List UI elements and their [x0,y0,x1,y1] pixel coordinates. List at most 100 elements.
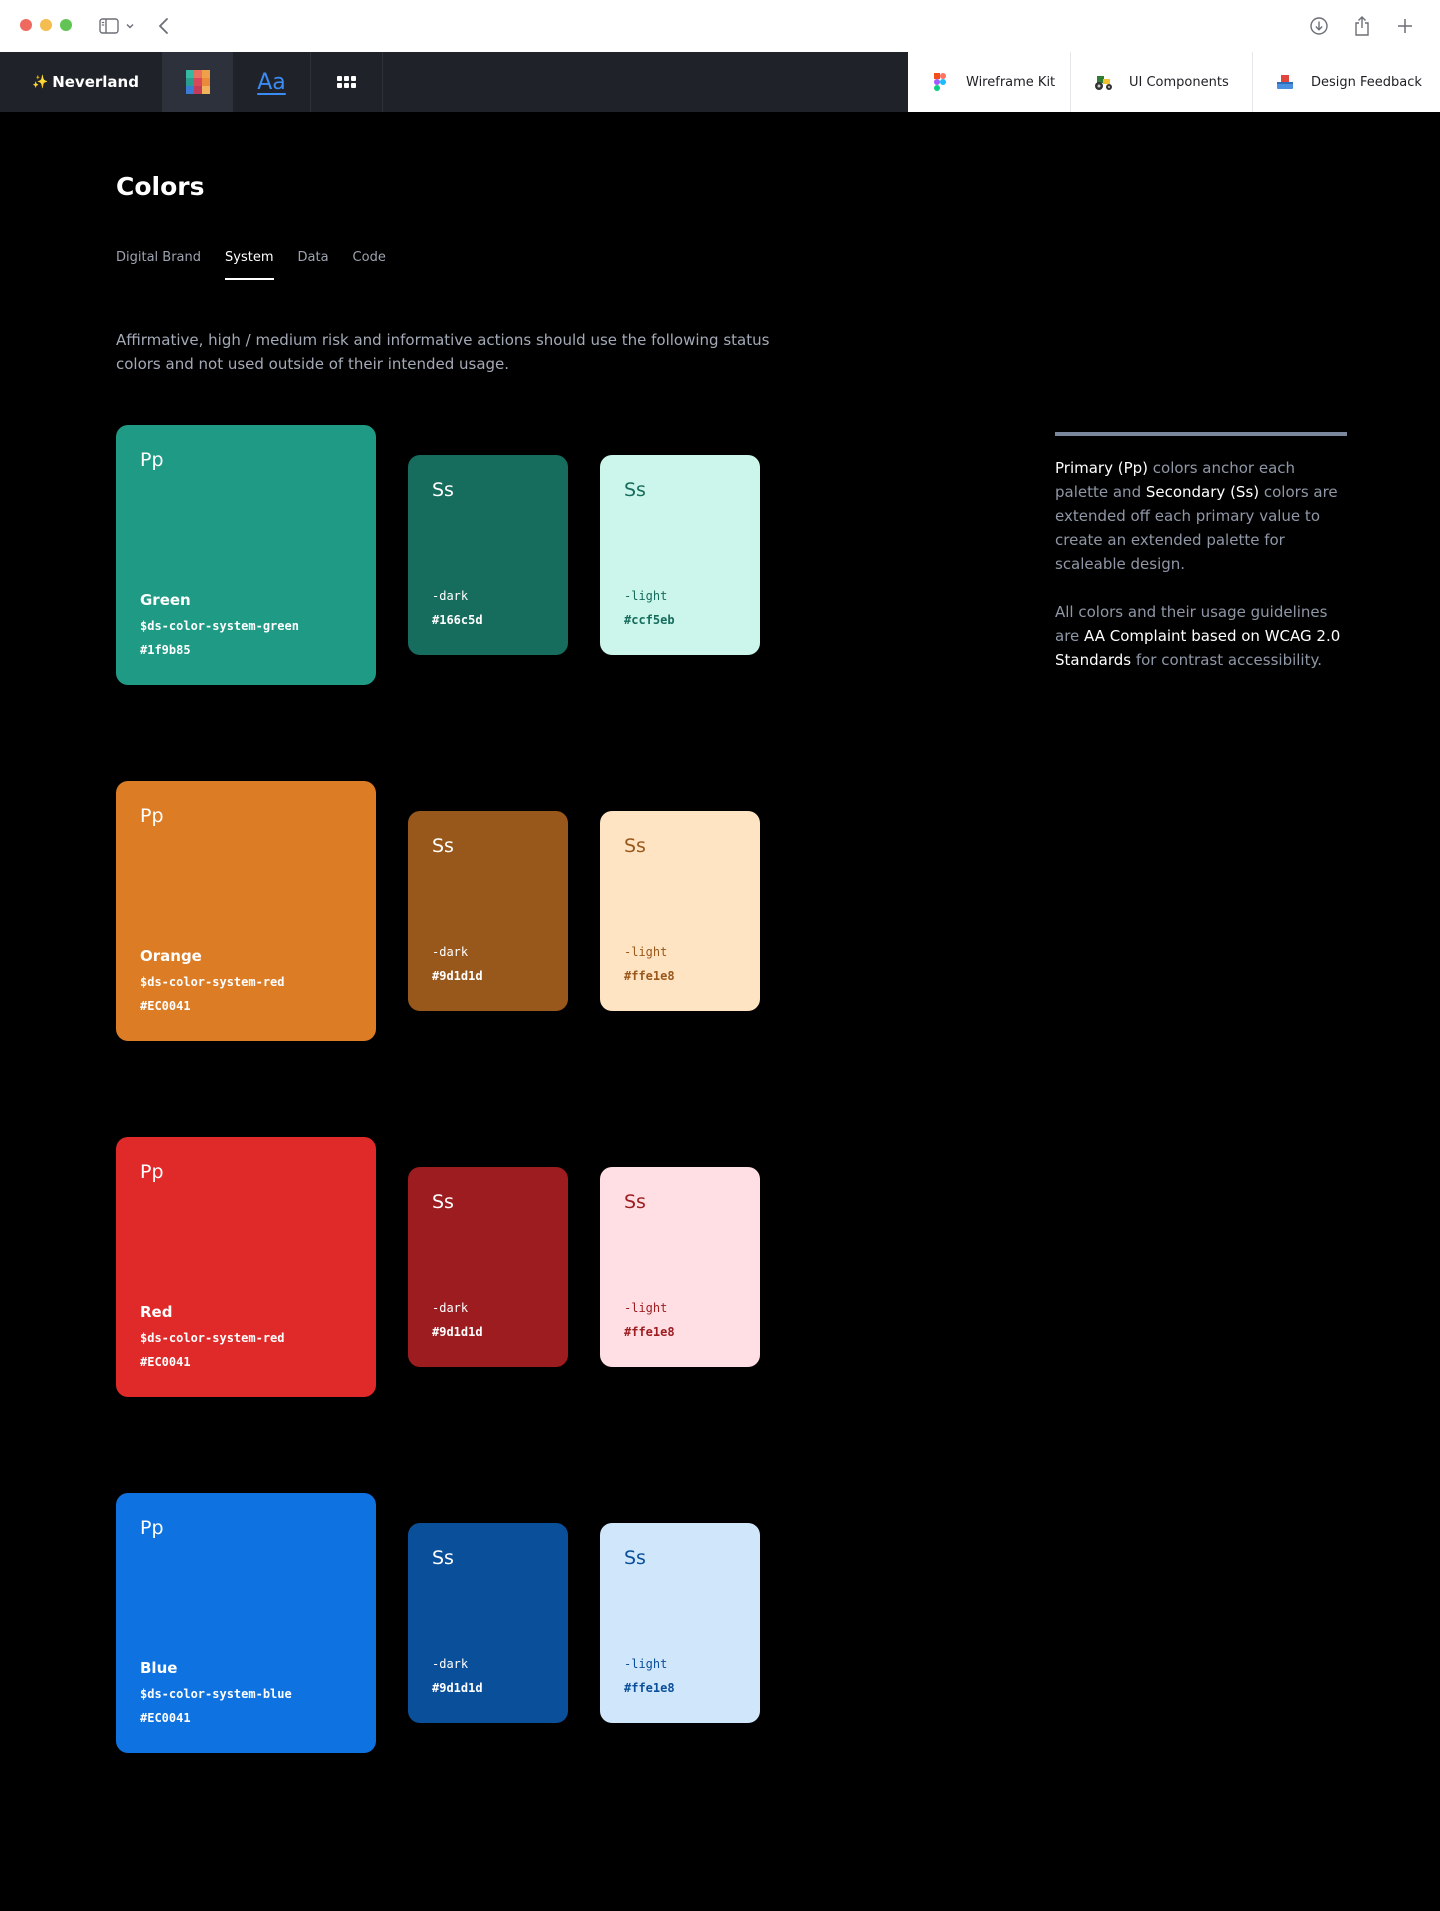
link-label: Design Feedback [1311,74,1422,90]
shade-label: -dark [432,1657,469,1671]
tab-system[interactable]: System [225,250,274,280]
plus-icon [1398,19,1412,33]
primary-term: Primary (Pp) [1055,459,1149,477]
swatch-red-primary[interactable]: Pp Red $ds-color-system-red #EC0041 [116,1137,376,1397]
tool-colors[interactable] [163,52,233,112]
swatch-blue-dark[interactable]: Ss -dark #9d1d1d [408,1523,568,1723]
color-hex: #ffe1e8 [624,1325,675,1339]
shade-label: -dark [432,945,469,959]
tab-digital-brand[interactable]: Digital Brand [116,250,201,280]
primary-marker: Pp [140,449,164,471]
color-token: $ds-color-system-green [140,619,299,633]
secondary-marker: Ss [432,479,454,501]
secondary-marker: Ss [624,835,646,857]
swatch-green-dark[interactable]: Ss -dark #166c5d [408,455,568,655]
share-icon [1355,16,1369,36]
swatch-blue-primary[interactable]: Pp Blue $ds-color-system-blue #EC0041 [116,1493,376,1753]
color-name: Blue [140,1659,178,1677]
color-hex: #EC0041 [140,1355,191,1369]
new-tab-button[interactable] [1394,12,1416,40]
color-token: $ds-color-system-red [140,975,285,989]
link-design-feedback[interactable]: Design Feedback [1253,52,1440,112]
tab-data[interactable]: Data [298,250,329,280]
color-hex: #9d1d1d [432,969,483,983]
swatch-orange-dark[interactable]: Ss -dark #9d1d1d [408,811,568,1011]
section-tabs: Digital Brand System Data Code [116,250,410,280]
zoom-window-button[interactable] [60,19,72,31]
primary-marker: Pp [140,805,164,827]
secondary-term: Secondary (Ss) [1145,483,1260,501]
secondary-marker: Ss [624,479,646,501]
grid-icon [337,76,356,88]
intro-text: Affirmative, high / medium risk and info… [116,331,770,373]
close-window-button[interactable] [20,19,32,31]
chevron-left-icon [158,18,168,34]
tab-code[interactable]: Code [353,250,386,280]
link-ui-components[interactable]: UI Components [1071,52,1253,112]
brand-name: Neverland [52,73,139,91]
figma-icon [930,72,950,92]
color-hex: #9d1d1d [432,1325,483,1339]
color-token: $ds-color-system-red [140,1331,285,1345]
shade-label: -light [624,1301,668,1315]
color-hex: #EC0041 [140,999,191,1013]
color-name: Orange [140,947,202,965]
minimize-window-button[interactable] [40,19,52,31]
color-hex: #ffe1e8 [624,1681,675,1695]
tool-typography[interactable]: Aa [233,52,311,112]
swatch-orange-light[interactable]: Ss -light #ffe1e8 [600,811,760,1011]
secondary-marker: Ss [432,835,454,857]
tractor-icon [1093,72,1113,92]
color-name: Red [140,1303,173,1321]
sidebar-toggle-button[interactable] [96,12,138,40]
brand-home-link[interactable]: ✨ Neverland [0,52,163,112]
downloads-button[interactable] [1308,12,1330,40]
color-token: $ds-color-system-blue [140,1687,292,1701]
inbox-icon [1275,72,1295,92]
link-label: UI Components [1129,74,1229,90]
primary-marker: Pp [140,1517,164,1539]
swatch-green-light[interactable]: Ss -light #ccf5eb [600,455,760,655]
color-name: Green [140,591,191,609]
browser-toolbar [0,0,1440,52]
swatch-blue-light[interactable]: Ss -light #ffe1e8 [600,1523,760,1723]
typography-icon: Aa [257,69,286,95]
secondary-marker: Ss [432,1191,454,1213]
shade-label: -dark [432,589,469,603]
shade-label: -light [624,589,668,603]
swatch-red-light[interactable]: Ss -light #ffe1e8 [600,1167,760,1367]
guidance-paragraph-accessibility: All colors and their usage guidelines ar… [1055,600,1347,672]
sparkle-icon: ✨ [32,74,49,90]
resource-links: Wireframe Kit UI Components Design Feedb… [908,52,1440,112]
palette-guidance: Primary (Pp) colors anchor each palette … [1055,432,1347,696]
color-hex: #EC0041 [140,1711,191,1725]
shade-label: -light [624,1657,668,1671]
color-hex: #166c5d [432,613,483,627]
back-button[interactable] [154,12,174,40]
share-button[interactable] [1351,12,1373,40]
secondary-marker: Ss [432,1547,454,1569]
guidance-paragraph-primary-secondary: Primary (Pp) colors anchor each palette … [1055,456,1347,576]
link-wireframe-kit[interactable]: Wireframe Kit [908,52,1071,112]
divider [1055,432,1347,436]
palette-icon [185,70,210,94]
color-hex: #ffe1e8 [624,969,675,983]
tool-components[interactable] [311,52,383,112]
link-label: Wireframe Kit [966,74,1056,90]
secondary-marker: Ss [624,1547,646,1569]
guidance-text: for contrast accessibility. [1131,651,1322,669]
secondary-marker: Ss [624,1191,646,1213]
primary-marker: Pp [140,1161,164,1183]
color-hex: #9d1d1d [432,1681,483,1695]
swatch-green-primary[interactable]: Pp Green $ds-color-system-green #1f9b85 [116,425,376,685]
download-icon [1310,17,1328,35]
swatch-red-dark[interactable]: Ss -dark #9d1d1d [408,1167,568,1367]
shade-label: -dark [432,1301,469,1315]
app-topbar: ✨ Neverland Aa Wireframe Kit UI Componen… [0,52,1440,112]
color-hex: #ccf5eb [624,613,675,627]
shade-label: -light [624,945,668,959]
swatch-orange-primary[interactable]: Pp Orange $ds-color-system-red #EC0041 [116,781,376,1041]
page-title: Colors [116,172,205,201]
color-hex: #1f9b85 [140,643,191,657]
sidebar-icon [99,18,134,34]
